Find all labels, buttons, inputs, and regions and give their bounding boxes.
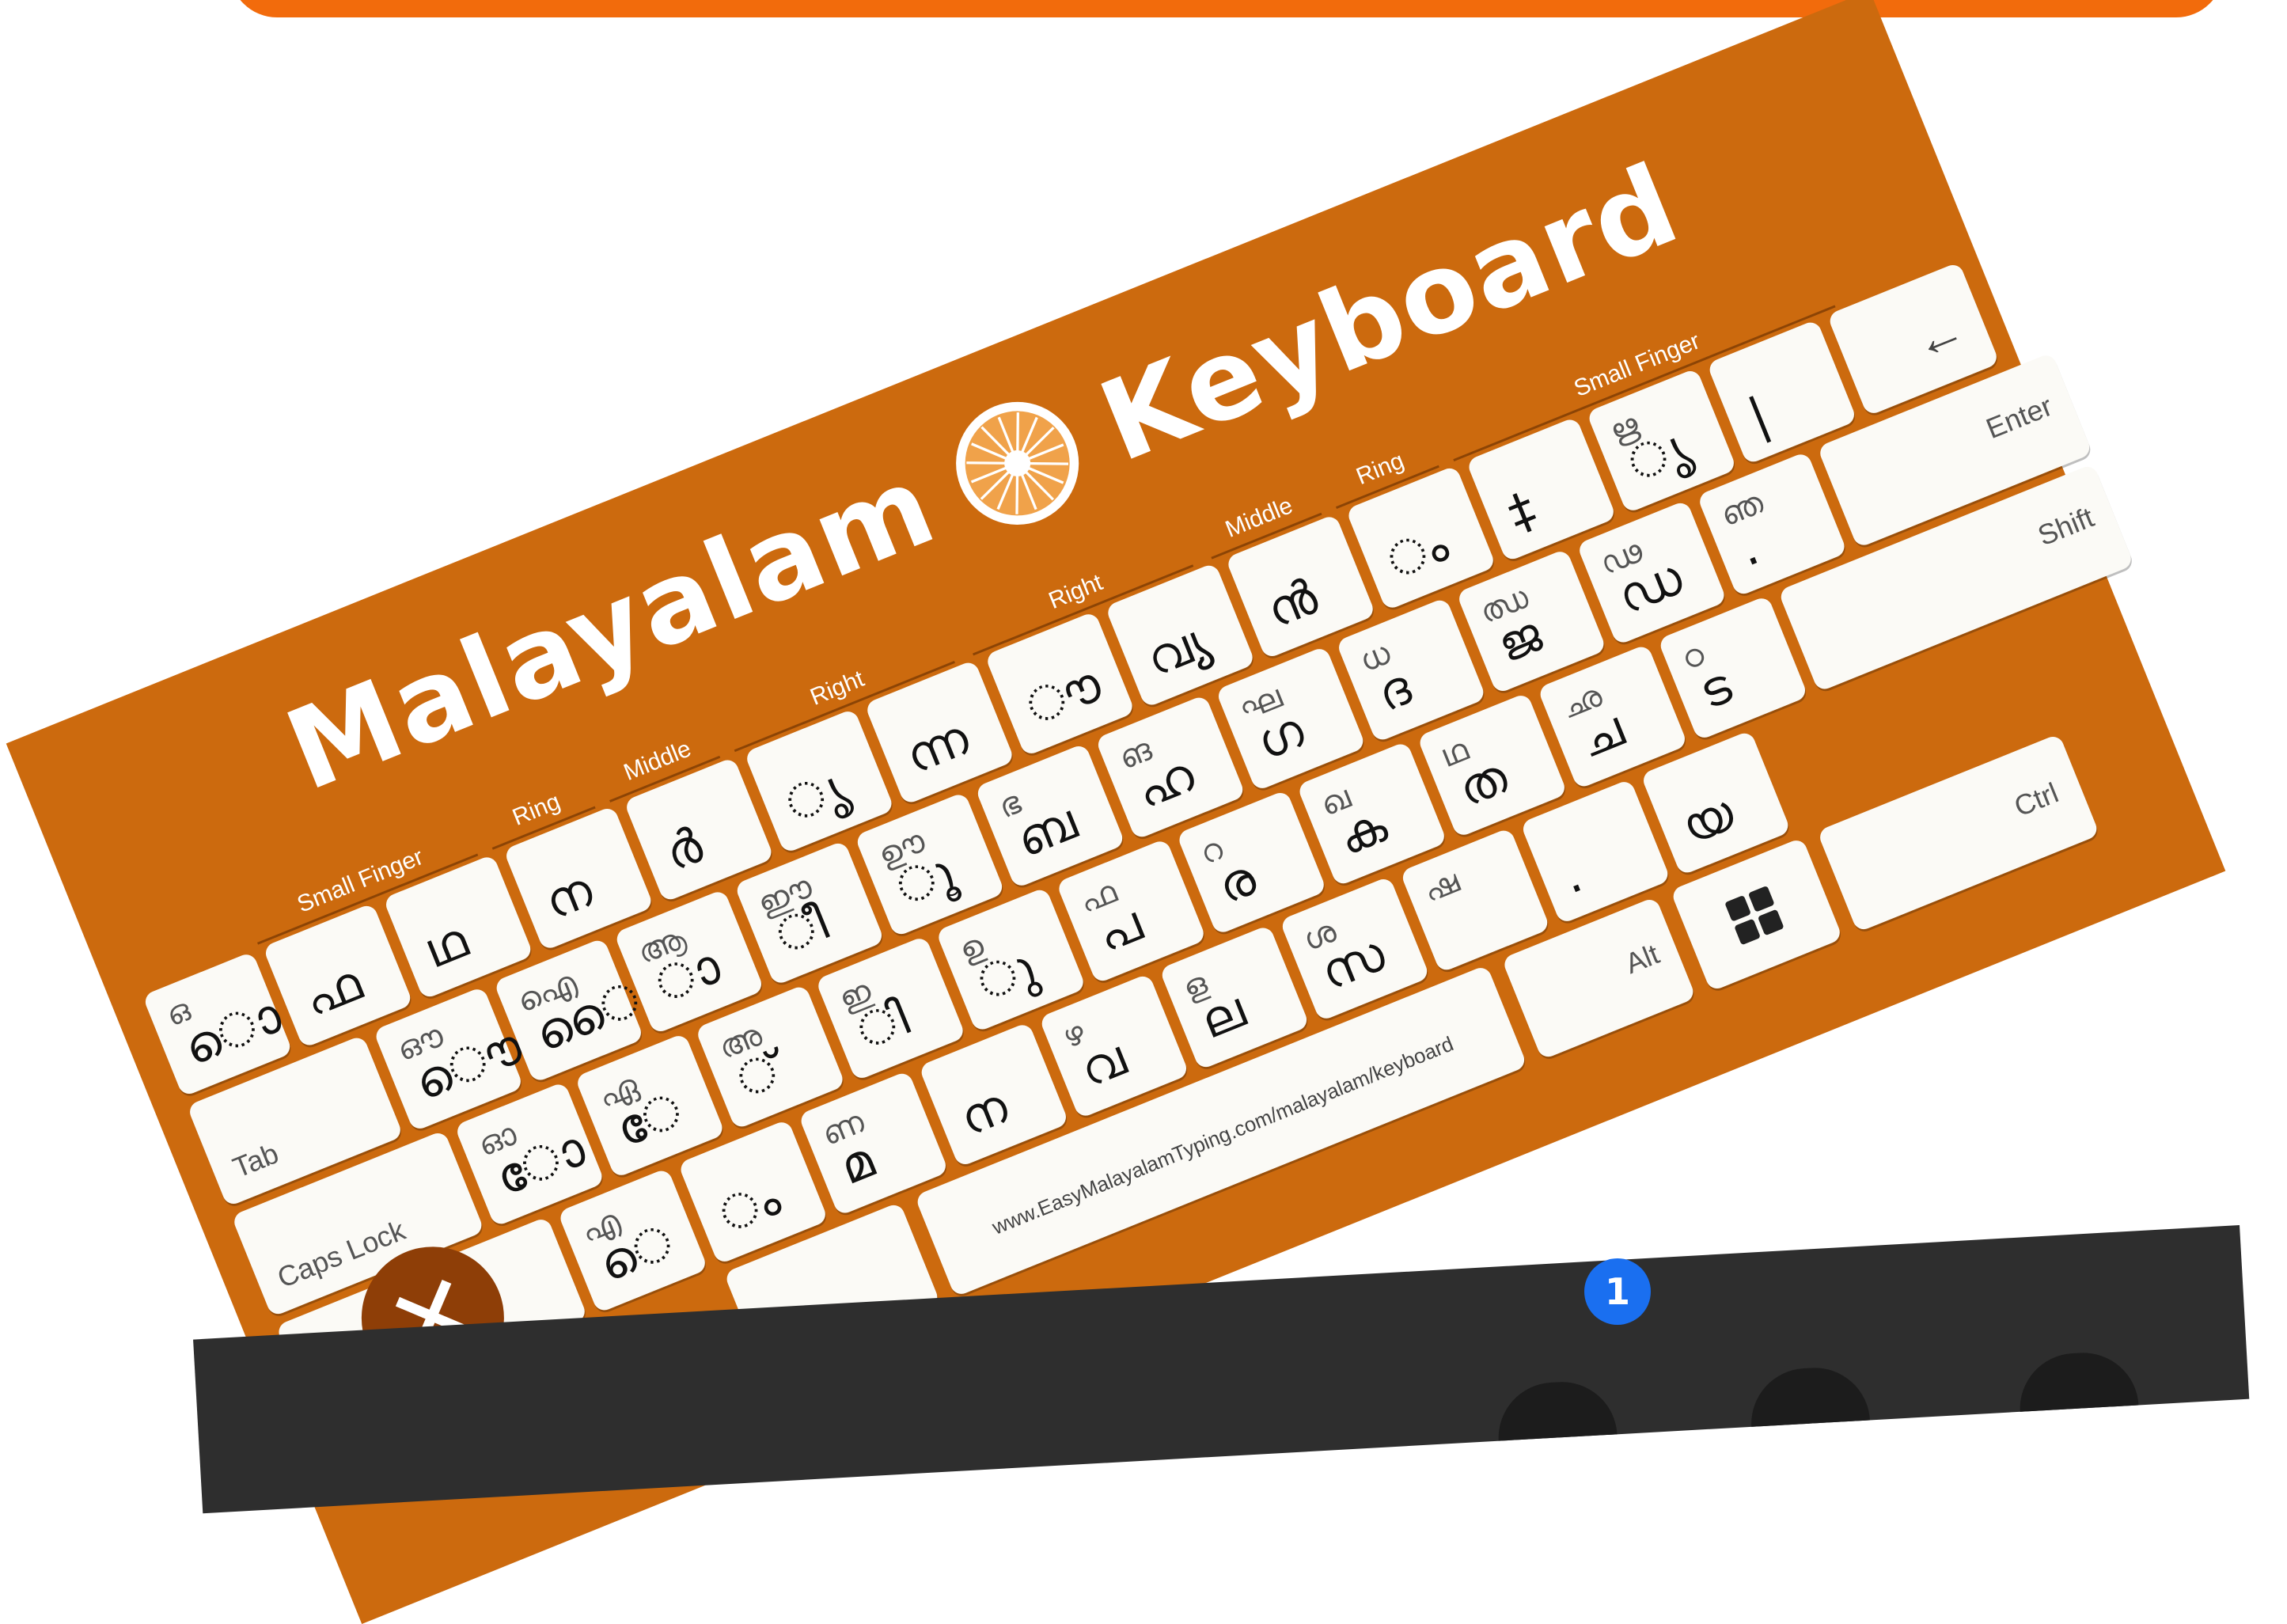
key-char: ം — [1379, 514, 1456, 591]
key-char: മ — [831, 1130, 882, 1197]
ctrl-label: Ctrl — [2009, 776, 2063, 823]
key-char: ഫ — [295, 954, 370, 1029]
key-row-1: ഒൊ ഫ ഥ ന ർൃ ന്നൗ വ്യ ൻം ‡ ഋൃ | ← — [135, 261, 2001, 1105]
key-char: വ്യ — [1138, 611, 1217, 689]
key-char: . — [1553, 845, 1590, 905]
key-char: ൊ — [175, 986, 290, 1077]
key-char: ൃ — [777, 757, 856, 834]
key-char: | — [1739, 385, 1777, 446]
key-char: ര — [1209, 848, 1264, 916]
key-char: . — [1730, 518, 1767, 578]
top-banner — [229, 0, 2224, 17]
key-char: ഥ — [415, 911, 476, 980]
tab-key-label: Tab — [228, 1136, 283, 1185]
key-char: യ — [1673, 783, 1742, 856]
shift-right-key-label: Shift — [2033, 500, 2099, 552]
key-char: ട — [1690, 656, 1739, 721]
key-char: ന — [536, 860, 601, 932]
dock-app-icon[interactable] — [1748, 1364, 1871, 1427]
windows-icon — [1724, 885, 1786, 947]
key-char: ം — [711, 1168, 788, 1245]
dock-app-icon[interactable] — [1495, 1379, 1618, 1441]
key-char: ദ — [1368, 658, 1419, 723]
keyboard-keys: ഒൊ ഫ ഥ ന ർൃ ന്നൗ വ്യ ൻം ‡ ഋൃ | ← Tab ഔൌ ഐൈ ആാ ഈീ ഊൂ ഭ ബ ങ ഹ ഘ… — [135, 261, 2134, 1428]
key-char: ‡ — [1499, 480, 1544, 543]
notification-badge: 1 — [1584, 1258, 1651, 1325]
key-shift-char: ഷ — [1418, 863, 1465, 910]
key-row-3: Caps Lock ഓോ ഏേ അ് ഇി ഉു ഫ പ റ ര ഖ ക ഥ ത ഛ ച ഠ ട Shift — [224, 463, 2134, 1325]
key-char: ൻ — [1258, 567, 1326, 639]
enter-key-label: Enter — [1981, 389, 2057, 446]
dock-app-icon[interactable] — [2016, 1349, 2139, 1412]
sun-emblem-icon — [933, 378, 1103, 548]
backspace-key-label: ← — [1905, 299, 1974, 372]
ctrl-key[interactable]: Ctrl — [1816, 733, 2100, 933]
key-char: ന — [951, 1076, 1016, 1148]
alt-label: Alt — [1620, 937, 1664, 981]
key-char: ന്ന — [897, 708, 977, 786]
key-row-2: Tab ഔൌ ഐൈ ആാ ഈീ ഊൂ ഭ ബ ങ ഹ ഘ ഗ ധ ദ ഝ ജ ഢ ഡ ഞ. Enter — [180, 352, 2093, 1215]
key-char: ൗ — [1018, 655, 1109, 737]
key-char: ർ — [656, 816, 711, 882]
